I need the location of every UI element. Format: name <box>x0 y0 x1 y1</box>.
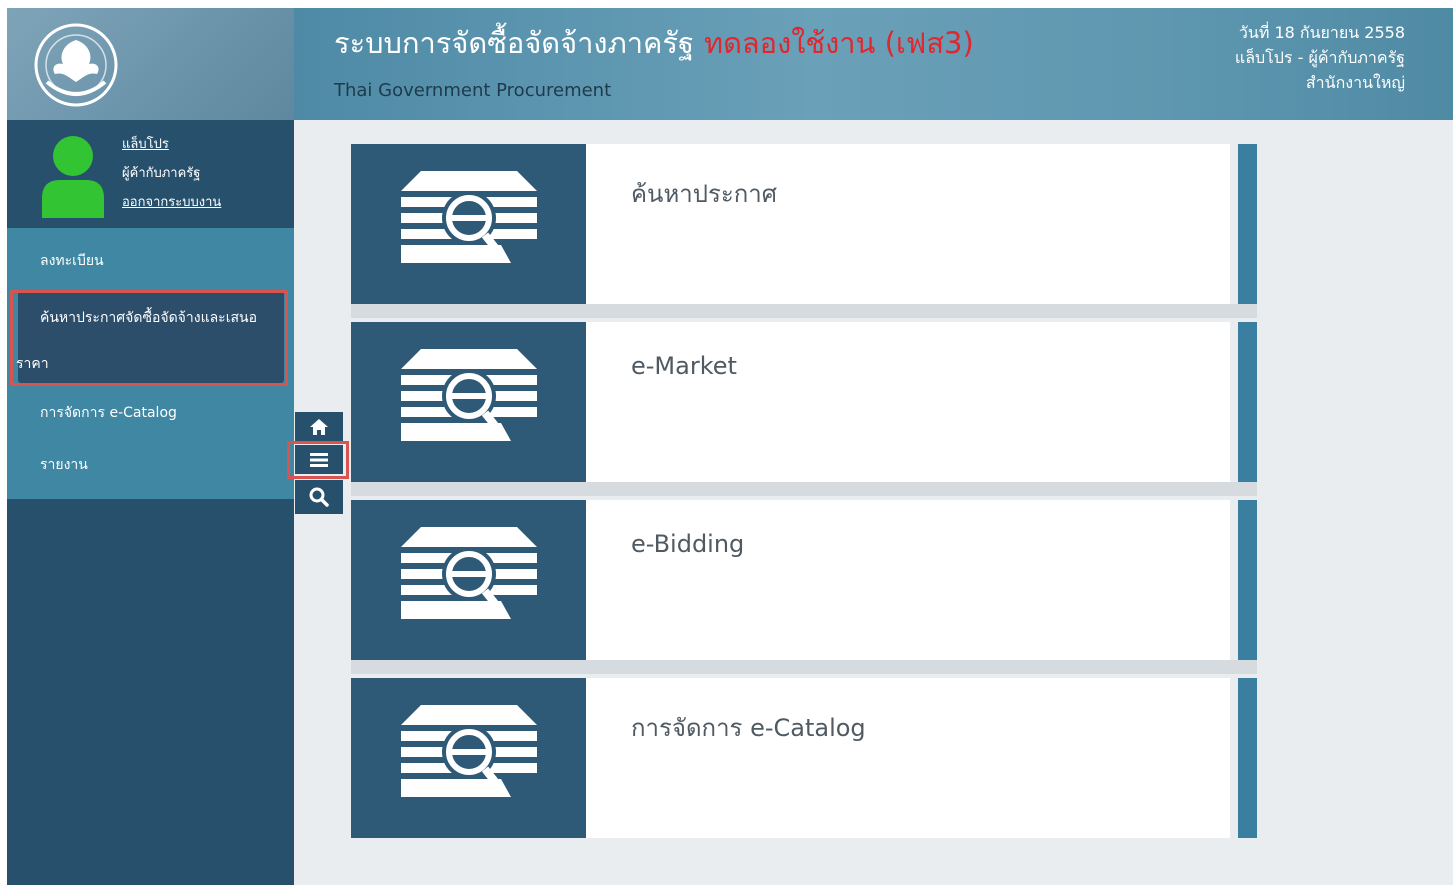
card-icon-box <box>351 322 586 482</box>
header-user-line: แล็บโปร - ผู้ค้ากับภาครัฐ <box>1234 48 1405 67</box>
document-search-icon <box>401 705 537 797</box>
header-office: สำนักงานใหญ่ <box>1305 73 1405 92</box>
header-banner: ระบบการจัดซื้อจัดจ้างภาครัฐ ทดลองใช้งาน (… <box>294 8 1453 120</box>
card-edge <box>1230 678 1257 838</box>
logout-link[interactable]: ออกจากระบบงาน <box>122 191 221 212</box>
card-title: e-Market <box>631 352 737 380</box>
sidebar: แล็บโปร ผู้ค้ากับภาครัฐ ออกจากระบบงาน ลง… <box>7 8 294 885</box>
document-search-icon <box>401 171 537 263</box>
trial-label: ทดลองใช้งาน (เฟส3) <box>703 26 974 60</box>
card-divider <box>351 660 1257 674</box>
card-e-catalog[interactable]: การจัดการ e-Catalog <box>351 678 1257 838</box>
card-e-market[interactable]: e-Market <box>351 322 1257 482</box>
current-date: วันที่ 18 กันยายน 2558 <box>1238 23 1405 42</box>
header-user-info: วันที่ 18 กันยายน 2558 แล็บโปร - ผู้ค้าก… <box>1235 20 1405 95</box>
card-edge <box>1230 500 1257 660</box>
highlight-box <box>10 290 288 386</box>
card-e-bidding[interactable]: e-Bidding <box>351 500 1257 660</box>
document-search-icon <box>401 349 537 441</box>
card-title: ค้นหาประกาศ <box>631 180 778 208</box>
card-edge <box>1230 322 1257 482</box>
card-divider <box>351 482 1257 496</box>
user-name-link[interactable]: แล็บโปร <box>122 133 169 154</box>
system-name: ระบบการจัดซื้อจัดจ้างภาครัฐ <box>334 26 694 60</box>
card-icon-box <box>351 500 586 660</box>
card-title: e-Bidding <box>631 530 745 558</box>
card-title: การจัดการ e-Catalog <box>631 714 866 742</box>
app-window: แล็บโปร ผู้ค้ากับภาครัฐ ออกจากระบบงาน ลง… <box>7 8 1453 885</box>
card-icon-box <box>351 144 586 304</box>
logo-area <box>7 8 294 120</box>
user-avatar-icon <box>42 136 104 218</box>
user-block: แล็บโปร ผู้ค้ากับภาครัฐ ออกจากระบบงาน <box>7 120 294 228</box>
document-search-icon <box>401 527 537 619</box>
user-role: ผู้ค้ากับภาครัฐ <box>122 166 201 181</box>
page-subtitle: Thai Government Procurement <box>334 80 612 101</box>
sidebar-menu: ลงทะเบียน ค้นหาประกาศจัดซื้อจัดจ้างและเส… <box>7 228 294 499</box>
sidebar-item-ecatalog[interactable]: การจัดการ e-Catalog <box>40 402 327 424</box>
sidebar-item-report[interactable]: รายงาน <box>40 454 327 476</box>
card-edge <box>1230 144 1257 304</box>
card-icon-box <box>351 678 586 838</box>
garuda-seal-logo <box>34 23 118 107</box>
card-divider <box>351 304 1257 318</box>
main-content: ค้นหาประกาศ e-Market e-Bidding การจัดการ… <box>294 120 1453 885</box>
page-title: ระบบการจัดซื้อจัดจ้างภาครัฐ ทดลองใช้งาน (… <box>334 20 974 66</box>
card-search-announcement[interactable]: ค้นหาประกาศ <box>351 144 1257 304</box>
sidebar-item-register[interactable]: ลงทะเบียน <box>40 250 327 272</box>
